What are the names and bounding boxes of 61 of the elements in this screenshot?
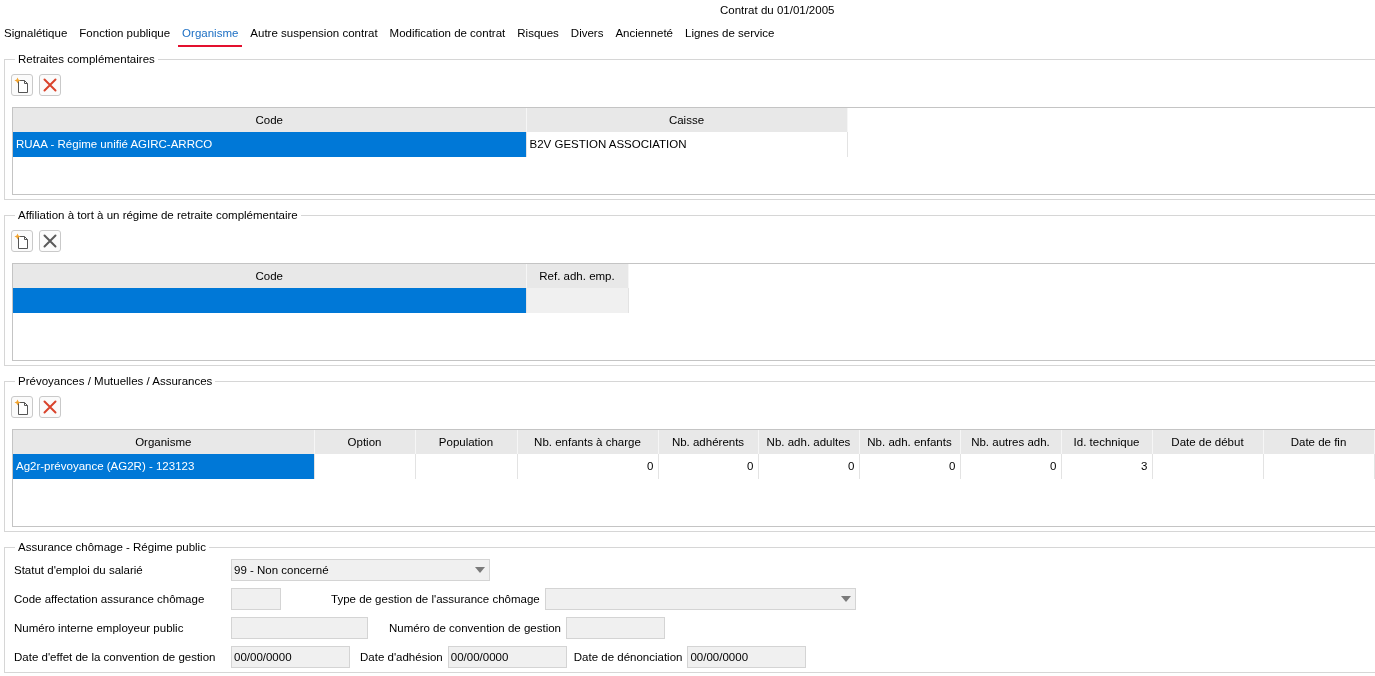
new-button[interactable] [11, 74, 33, 96]
table-cell[interactable] [526, 288, 628, 313]
column-header: Code [13, 108, 526, 132]
table-cell[interactable] [13, 288, 526, 313]
column-header: Nb. adh. enfants [859, 430, 960, 454]
new-document-icon [14, 77, 30, 93]
column-header: Nb. autres adh. [960, 430, 1061, 454]
tab[interactable]: Autre suspension contrat [246, 26, 382, 47]
field-label: Code affectation assurance chômage [13, 591, 206, 607]
table-cell[interactable]: 0 [658, 454, 758, 479]
contract-title: Contrat du 01/01/2005 [720, 4, 835, 16]
column-header: Organisme [13, 430, 314, 454]
tab[interactable]: Divers [566, 26, 608, 47]
cross-icon [43, 78, 57, 92]
field-label: Numéro de convention de gestion [389, 620, 561, 636]
tab[interactable]: Signalétique [0, 26, 72, 47]
group-title: Prévoyances / Mutuelles / Assurances [17, 374, 214, 389]
tab[interactable]: Risques [513, 26, 563, 47]
field-label: Type de gestion de l'assurance chômage [331, 591, 540, 607]
new-button[interactable] [11, 230, 33, 252]
tab[interactable]: Lignes de service [681, 26, 779, 47]
delete-button[interactable] [39, 396, 61, 418]
cross-icon [43, 234, 57, 248]
field-label: Date d'effet de la convention de gestion [13, 649, 217, 665]
column-header: Date de fin [1263, 430, 1374, 454]
field-label: Numéro interne employeur public [13, 620, 185, 636]
column-header: Option [314, 430, 415, 454]
column-header: Caisse [526, 108, 847, 132]
table-cell[interactable]: 0 [758, 454, 859, 479]
table-cell[interactable]: Ag2r-prévoyance (AG2R) - 123123 [13, 454, 314, 479]
table-cell[interactable]: 3 [1061, 454, 1152, 479]
table-cell[interactable]: B2V GESTION ASSOCIATION [526, 132, 847, 157]
group-title: Affiliation à tort à un régime de retraite complémentaire [17, 208, 299, 223]
tab[interactable]: Fonction publique [75, 26, 175, 47]
caret-icon [840, 596, 851, 602]
new-button[interactable] [11, 396, 33, 418]
cross-icon [43, 400, 57, 414]
table-cell[interactable]: 0 [960, 454, 1061, 479]
table-cell[interactable]: 0 [517, 454, 658, 479]
column-header: Ref. adh. emp. [526, 264, 628, 288]
group-title: Retraites complémentaires [17, 52, 156, 67]
tab[interactable]: Organisme [178, 26, 243, 47]
tab[interactable]: Ancienneté [611, 26, 677, 47]
tab[interactable]: Modification de contrat [385, 26, 510, 47]
column-header: Population [415, 430, 517, 454]
column-header: Nb. adhérents [658, 430, 758, 454]
caret-icon [475, 567, 485, 573]
column-header: Date de début [1152, 430, 1263, 454]
new-document-icon [14, 233, 30, 249]
table-cell[interactable]: RUAA - Régime unifié AGIRC-ARRCO [13, 132, 526, 157]
field-label: Date de dénonciation [573, 649, 683, 665]
column-header: Code [13, 264, 526, 288]
column-header: Nb. adh. adultes [758, 430, 859, 454]
field-label: Date d'adhésion [360, 649, 443, 665]
group-title: Assurance chômage - Régime public [17, 540, 207, 555]
field-label: Statut d'emploi du salarié [13, 562, 144, 578]
new-document-icon [14, 399, 30, 415]
column-header: Nb. enfants à charge [517, 430, 658, 454]
delete-button[interactable] [39, 74, 61, 96]
column-header: Id. technique [1061, 430, 1152, 454]
table-cell[interactable]: 0 [859, 454, 960, 479]
